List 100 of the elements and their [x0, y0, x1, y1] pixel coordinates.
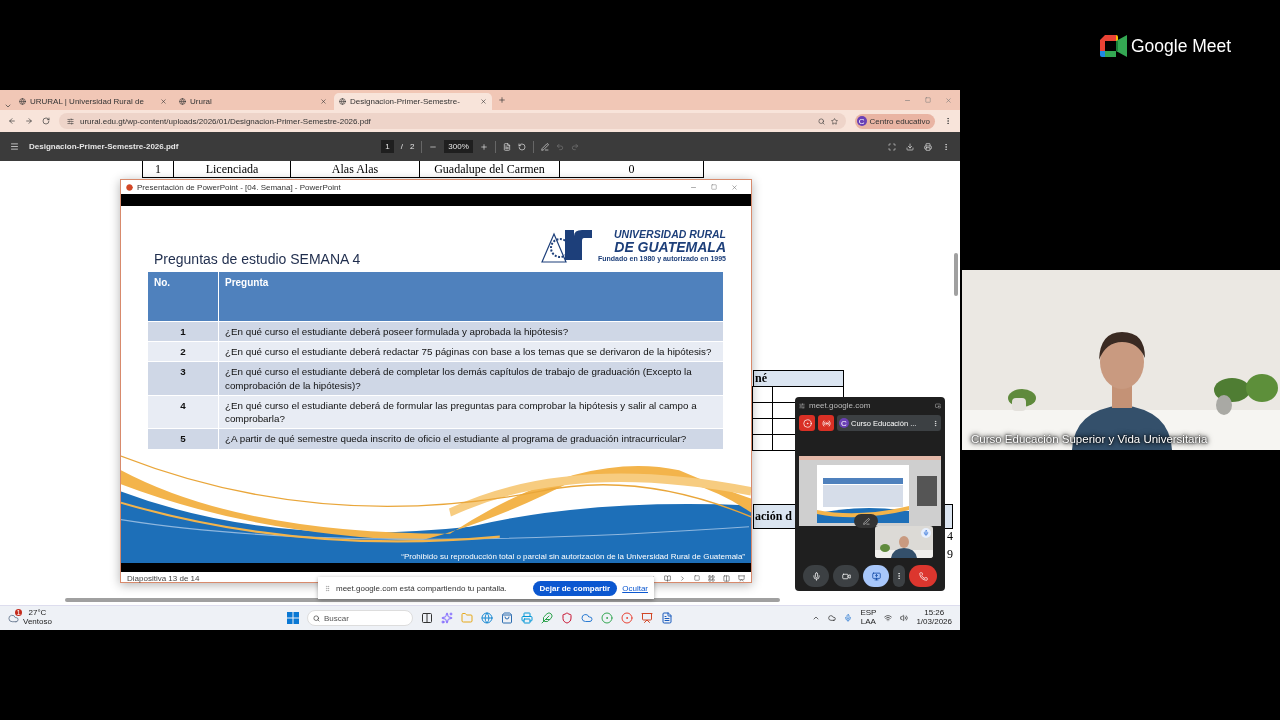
- tab-list-button[interactable]: [4, 102, 12, 110]
- clock-date[interactable]: 1/03/2026: [916, 618, 952, 627]
- brand-name: Google Meet: [1131, 35, 1232, 57]
- menu-icon: [895, 572, 903, 580]
- slide-counter: Diapositiva 13 de 14: [127, 573, 200, 583]
- menu-icon[interactable]: [942, 142, 950, 151]
- globe-icon[interactable]: [481, 612, 493, 624]
- browser-tab[interactable]: Designacion-Primer-Semestre-: [334, 93, 492, 110]
- table-cell: ¿En qué curso el estudiante deberá de formular las preguntas para comprobar la hipótesis y salir al campo a comprobarla?: [219, 395, 723, 429]
- site-info-icon: [799, 402, 805, 409]
- cloud-icon[interactable]: [828, 614, 837, 622]
- camera-button[interactable]: [833, 565, 859, 587]
- redo-icon[interactable]: [570, 142, 579, 151]
- table-cell: 2: [148, 342, 218, 362]
- record-button[interactable]: [799, 415, 815, 431]
- reading-view-icon[interactable]: [723, 574, 730, 582]
- page-count: 2: [409, 142, 415, 151]
- menu-icon[interactable]: [944, 117, 952, 125]
- table-cell: 5: [148, 429, 218, 449]
- table-cell: 9: [947, 547, 953, 562]
- page-field[interactable]: 1: [381, 140, 394, 153]
- present-button[interactable]: [863, 565, 889, 587]
- windows-icon[interactable]: [287, 612, 299, 624]
- table-cell: Alas Alas: [290, 161, 420, 178]
- shield-icon[interactable]: [561, 612, 573, 624]
- fit-page-icon[interactable]: [502, 142, 511, 151]
- table-cell: ¿En qué curso el estudiante deberá de completar los demás capítulos de trabajo de graduación (Excepto la comprobación de la hipótesis)?: [219, 362, 723, 395]
- scan-icon[interactable]: [888, 142, 896, 151]
- video-camera-logo-icon: [1100, 35, 1127, 57]
- tiles-icon[interactable]: [421, 612, 433, 624]
- hide-link[interactable]: Ocultar: [622, 583, 648, 593]
- table-cell: 4: [947, 529, 953, 544]
- slideshow-icon[interactable]: [738, 574, 745, 582]
- search-icon[interactable]: [817, 117, 825, 125]
- monitor-icon: [871, 571, 881, 581]
- slide-title: Preguntas de estudio SEMANA 4: [154, 251, 361, 267]
- annotate-icon[interactable]: [540, 142, 549, 151]
- picture-in-picture-icon[interactable]: [935, 402, 941, 409]
- new-tab-icon[interactable]: [498, 96, 506, 104]
- grip-icon: [324, 584, 331, 592]
- stop-sharing-button[interactable]: Dejar de compartir: [532, 580, 618, 596]
- table-cell: 3: [148, 362, 218, 395]
- chevron-up-icon[interactable]: [812, 614, 821, 622]
- presentation-icon[interactable]: [641, 612, 653, 624]
- microphone-icon[interactable]: [844, 614, 853, 622]
- globe-icon: [339, 98, 346, 105]
- file-name: Designacion-Primer-Semestre-2026.pdf: [29, 142, 179, 151]
- reload-icon[interactable]: [42, 117, 50, 125]
- globe-icon: [179, 98, 186, 105]
- language-label[interactable]: LAA: [860, 618, 876, 627]
- column-header: No.: [148, 272, 218, 321]
- star-icon[interactable]: [830, 117, 838, 125]
- camera-icon: [841, 571, 851, 581]
- wifi-icon[interactable]: [884, 614, 893, 622]
- cloud-icon[interactable]: [581, 612, 593, 624]
- profile-button[interactable]: C Centro educativo: [854, 113, 935, 129]
- phone-icon: [918, 571, 928, 581]
- record-icon: [802, 418, 812, 428]
- print-icon[interactable]: [924, 142, 932, 151]
- browser-tab[interactable]: Urural: [174, 93, 332, 110]
- presentation-app-icon: [126, 183, 133, 191]
- logo-text: DE GUATEMALA: [614, 240, 726, 255]
- zoom-in-icon[interactable]: [479, 142, 488, 151]
- close-icon[interactable]: [731, 183, 738, 191]
- microphone-button[interactable]: [803, 565, 829, 587]
- undo-icon[interactable]: [555, 142, 564, 151]
- back-icon[interactable]: [8, 117, 16, 125]
- close-icon[interactable]: [320, 98, 327, 105]
- window-title: Presentación de PowerPoint - [04. Semana] - PowerPoint: [137, 182, 341, 192]
- download-icon[interactable]: [906, 142, 914, 151]
- hang-up-button[interactable]: [909, 565, 937, 587]
- next-icon[interactable]: [679, 574, 686, 582]
- sparkle-icon[interactable]: [441, 612, 453, 624]
- search-icon: [313, 614, 320, 622]
- volume-icon[interactable]: [900, 614, 909, 622]
- menu-icon[interactable]: [10, 142, 19, 151]
- language-label[interactable]: ESP: [860, 609, 877, 618]
- search-field[interactable]: Buscar: [307, 610, 413, 626]
- printer-icon[interactable]: [521, 612, 533, 624]
- notes-icon[interactable]: [664, 574, 671, 582]
- close-icon[interactable]: [480, 98, 487, 105]
- shopping-bag-icon[interactable]: [501, 612, 513, 624]
- browser-tab[interactable]: URURAL | Universidad Rural de: [14, 93, 172, 110]
- document-icon[interactable]: [661, 612, 673, 624]
- feather-icon[interactable]: [541, 612, 553, 624]
- table-cell: 0: [559, 161, 704, 178]
- scrollbar[interactable]: [954, 253, 958, 296]
- zoom-field[interactable]: 300%: [444, 140, 473, 153]
- close-icon[interactable]: [160, 98, 167, 105]
- broadcast-button[interactable]: [818, 415, 834, 431]
- grid-view-icon[interactable]: [708, 574, 715, 582]
- more-button[interactable]: [893, 565, 905, 587]
- circle-dot-icon[interactable]: [601, 612, 613, 624]
- footer-notice: “Prohibido su reproducción total o parcial sin autorización de la Universidad Rural de Guatemala”: [401, 552, 745, 561]
- normal-view-icon[interactable]: [694, 575, 700, 581]
- clock-time[interactable]: 15:26: [924, 609, 945, 618]
- address-bar[interactable]: urural.edu.gt/wp-content/uploads/2026/01/Designacion-Primer-Semestre-2026.pdf: [59, 113, 846, 129]
- rotate-icon[interactable]: [517, 142, 526, 151]
- circle-dot-icon[interactable]: [621, 612, 633, 624]
- forward-icon[interactable]: [25, 117, 33, 125]
